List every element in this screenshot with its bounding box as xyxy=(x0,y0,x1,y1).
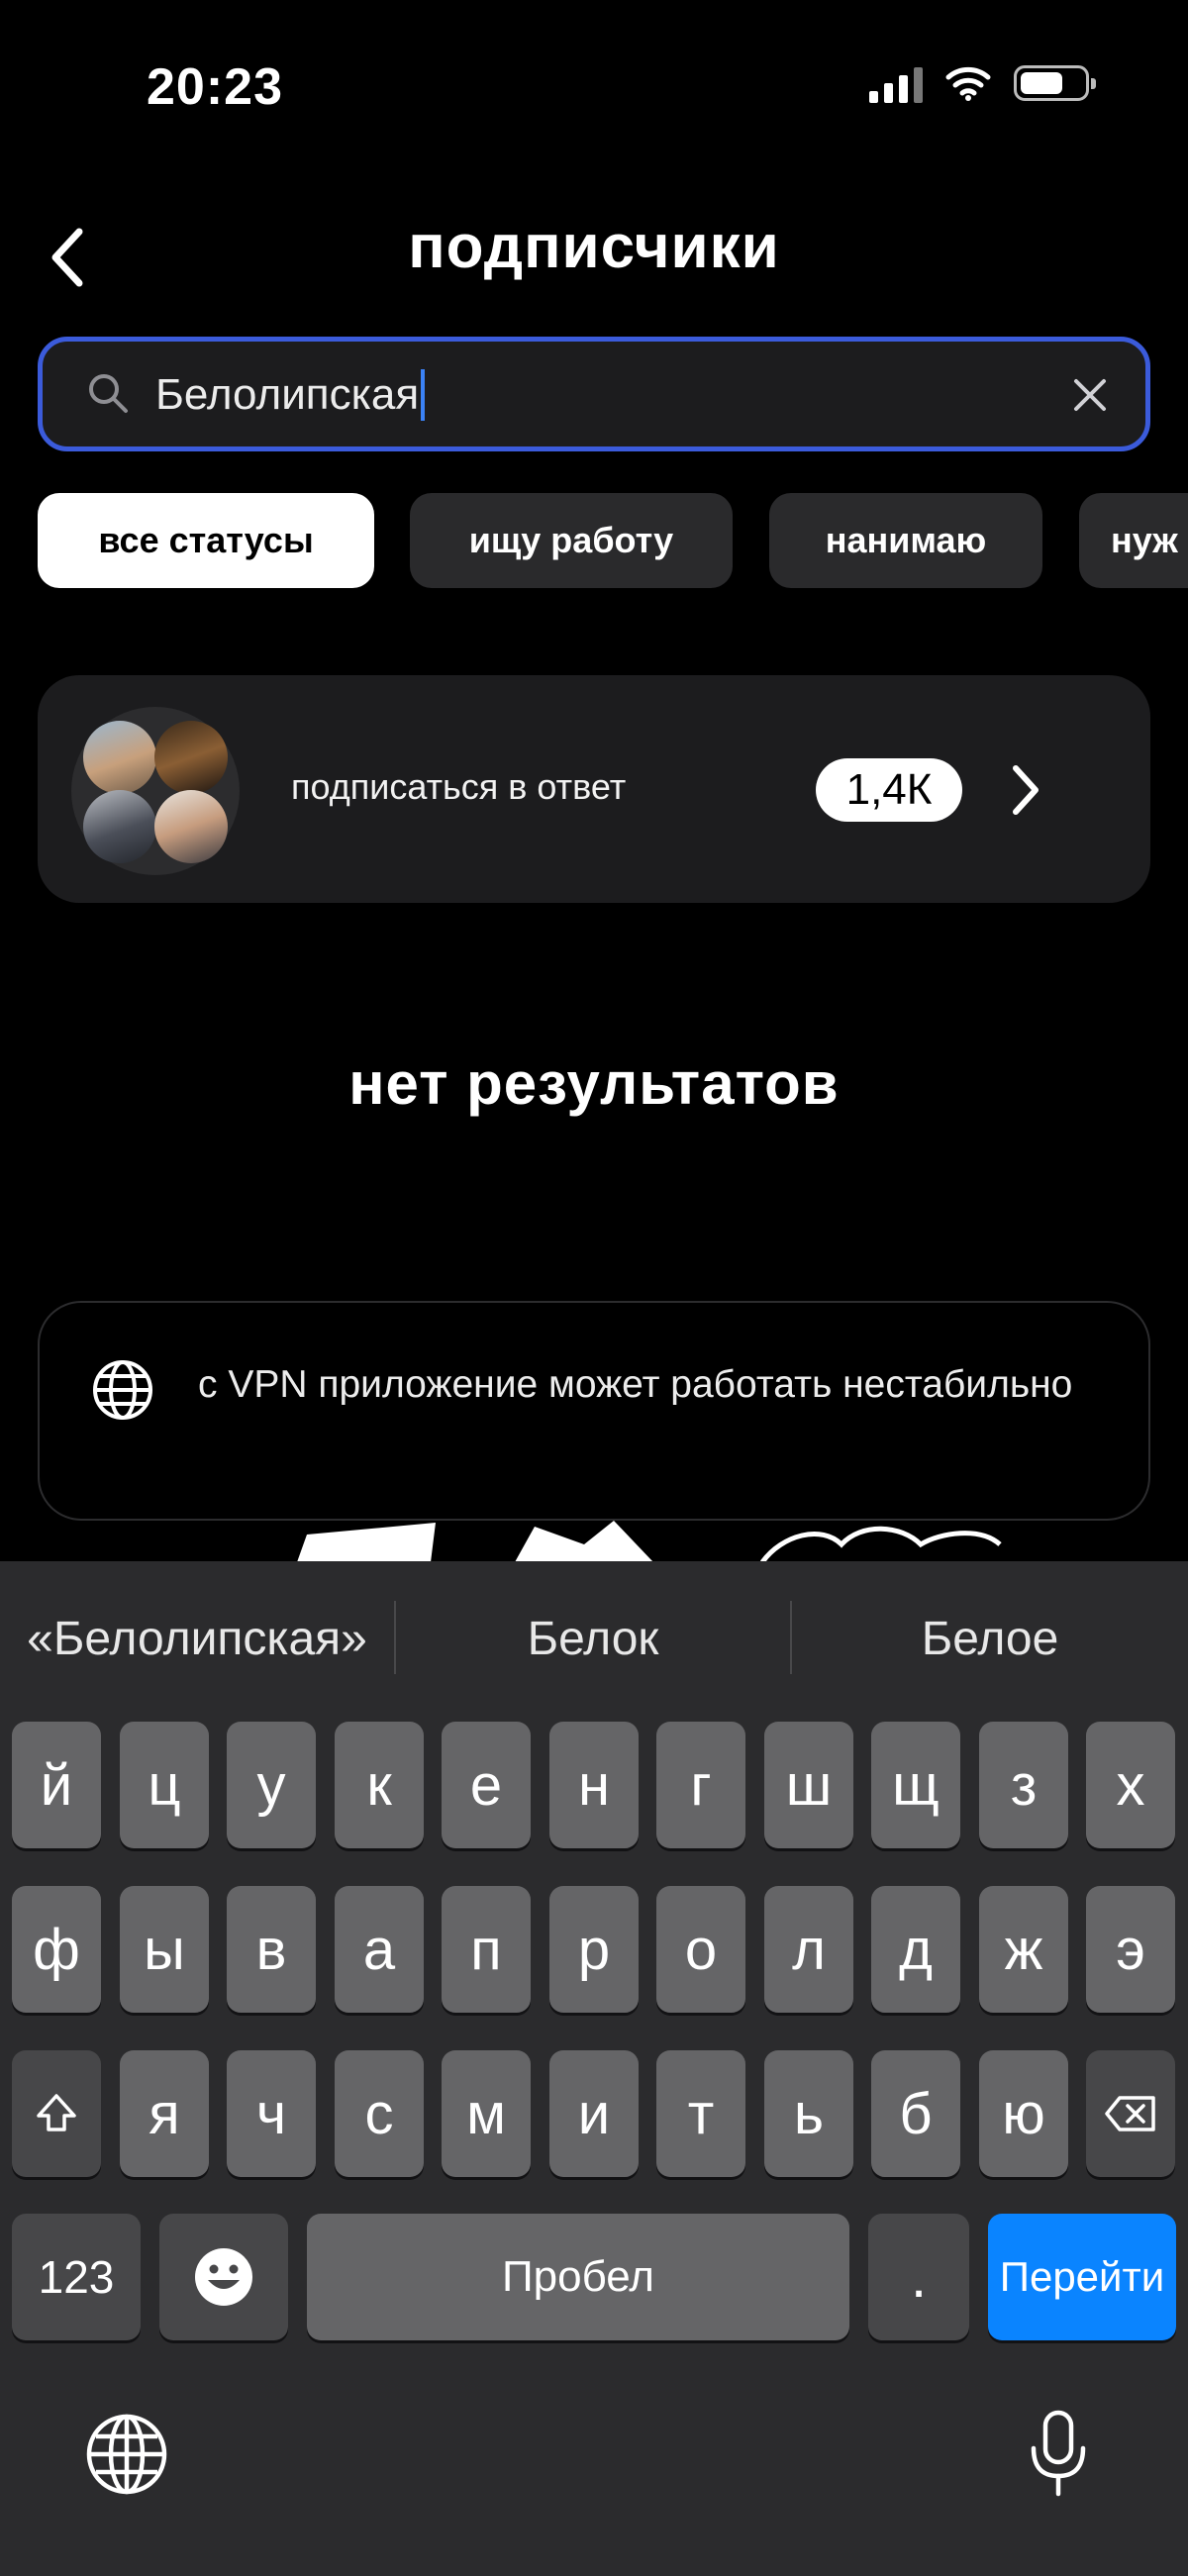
search-value: Белолипская xyxy=(155,370,420,419)
suggestion-2[interactable]: Белок xyxy=(396,1591,790,1686)
emoji-icon xyxy=(195,2248,252,2306)
vpn-notice-text: с VPN приложение может работать нестабил… xyxy=(198,1363,1073,1406)
vpn-notice: с VPN приложение может работать нестабил… xyxy=(38,1301,1150,1521)
chevron-right-icon xyxy=(1013,765,1039,815)
status-icons xyxy=(869,63,1096,103)
key-н[interactable]: н xyxy=(549,1722,639,1848)
globe-icon[interactable] xyxy=(85,2413,168,2496)
key-й[interactable]: й xyxy=(12,1722,101,1848)
page-title: подписчики xyxy=(408,213,780,281)
search-icon xyxy=(89,374,128,413)
globe-icon xyxy=(93,1360,152,1420)
key-у[interactable]: у xyxy=(227,1722,316,1848)
follow-back-card[interactable]: подписаться в ответ 1,4К xyxy=(38,675,1150,903)
key-м[interactable]: м xyxy=(442,2050,531,2177)
key-к[interactable]: к xyxy=(335,1722,424,1848)
keyboard: «Белолипская» Белок Белое й ц у к е н г … xyxy=(0,1561,1188,2576)
key-о[interactable]: о xyxy=(656,1886,745,2013)
follow-back-label: подписаться в ответ xyxy=(291,766,627,807)
search-input[interactable]: Белолипская xyxy=(38,337,1150,451)
key-г[interactable]: г xyxy=(656,1722,745,1848)
text-caret xyxy=(421,369,426,421)
key-ы[interactable]: ы xyxy=(120,1886,209,2013)
key-з[interactable]: з xyxy=(979,1722,1068,1848)
key-и[interactable]: и xyxy=(549,2050,639,2177)
key-ж[interactable]: ж xyxy=(979,1886,1068,2013)
key-т[interactable]: т xyxy=(656,2050,745,2177)
key-а[interactable]: а xyxy=(335,1886,424,2013)
period-key[interactable]: . xyxy=(868,2214,969,2340)
suggestion-1[interactable]: «Белолипская» xyxy=(0,1591,394,1686)
illustration xyxy=(297,1521,1002,1564)
filter-chip-hiring[interactable]: нанимаю xyxy=(769,493,1042,588)
shift-icon xyxy=(37,2094,76,2131)
key-ц[interactable]: ц xyxy=(120,1722,209,1848)
key-я[interactable]: я xyxy=(120,2050,209,2177)
suggestion-3[interactable]: Белое xyxy=(792,1591,1188,1686)
wifi-icon xyxy=(945,66,991,101)
key-р[interactable]: р xyxy=(549,1886,639,2013)
space-key[interactable]: Пробел xyxy=(307,2214,849,2340)
key-ь[interactable]: ь xyxy=(764,2050,853,2177)
key-ш[interactable]: ш xyxy=(764,1722,853,1848)
key-в[interactable]: в xyxy=(227,1886,316,2013)
clear-icon[interactable] xyxy=(1070,375,1110,415)
key-п[interactable]: п xyxy=(442,1886,531,2013)
key-х[interactable]: х xyxy=(1086,1722,1175,1848)
follower-count-badge: 1,4К xyxy=(816,758,962,822)
microphone-icon[interactable] xyxy=(1026,2409,1091,2500)
key-э[interactable]: э xyxy=(1086,1886,1175,2013)
avatar xyxy=(83,790,156,863)
filter-chip-all-statuses[interactable]: все статусы xyxy=(38,493,374,588)
filter-chip-need[interactable]: нуж xyxy=(1079,493,1188,588)
key-е[interactable]: е xyxy=(442,1722,531,1848)
go-key[interactable]: Перейти xyxy=(988,2214,1176,2340)
avatar xyxy=(154,721,228,794)
avatar-cluster xyxy=(71,707,240,875)
backspace-key[interactable] xyxy=(1086,2050,1175,2177)
numbers-key[interactable]: 123 xyxy=(12,2214,141,2340)
key-с[interactable]: с xyxy=(335,2050,424,2177)
battery-icon xyxy=(1014,65,1096,101)
key-ю[interactable]: ю xyxy=(979,2050,1068,2177)
emoji-key[interactable] xyxy=(159,2214,288,2340)
key-б[interactable]: б xyxy=(871,2050,960,2177)
key-щ[interactable]: щ xyxy=(871,1722,960,1848)
avatar xyxy=(83,721,156,794)
key-ф[interactable]: ф xyxy=(12,1886,101,2013)
empty-state-title: нет результатов xyxy=(348,1050,840,1117)
key-ч[interactable]: ч xyxy=(227,2050,316,2177)
filter-chip-looking-for-job[interactable]: ищу работу xyxy=(410,493,733,588)
key-л[interactable]: л xyxy=(764,1886,853,2013)
signal-icon xyxy=(869,63,923,103)
key-д[interactable]: д xyxy=(871,1886,960,2013)
shift-key[interactable] xyxy=(12,2050,101,2177)
backspace-icon xyxy=(1105,2096,1155,2131)
avatar xyxy=(154,790,228,863)
status-time: 20:23 xyxy=(147,58,283,116)
